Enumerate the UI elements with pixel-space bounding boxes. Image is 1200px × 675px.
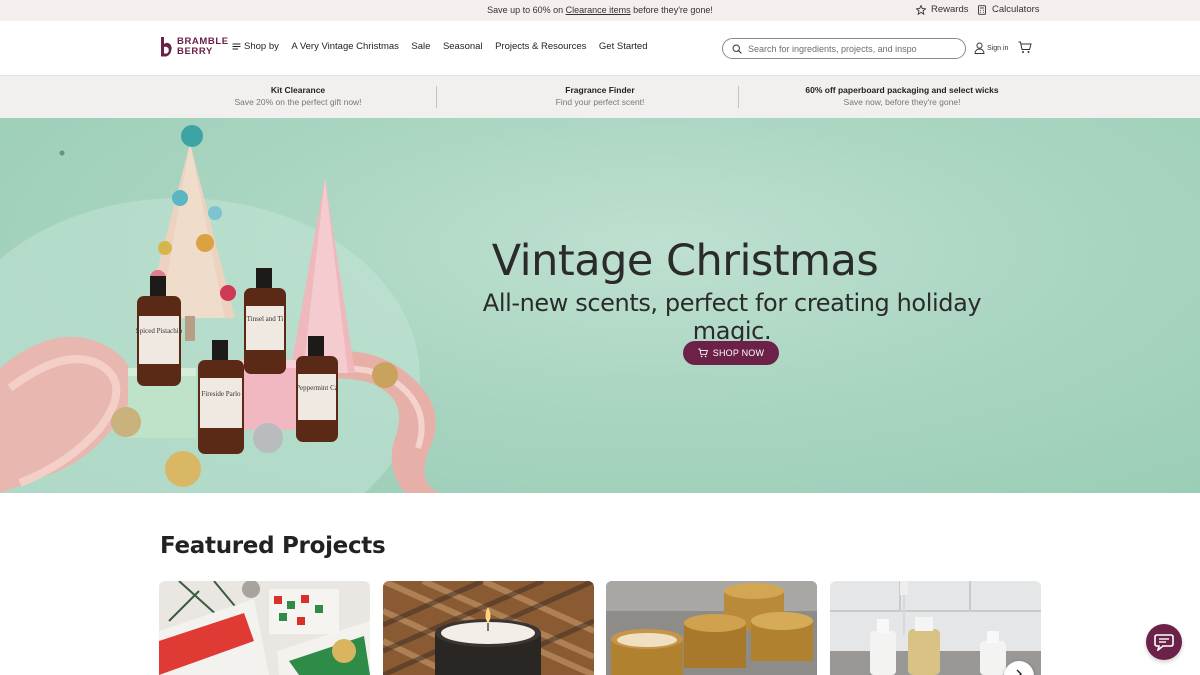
chat-icon (1154, 634, 1174, 651)
promo-subtitle: Save now, before they're gone! (843, 97, 961, 107)
bottle-label: Spiced Pistachio (136, 327, 183, 335)
logo-line-2: BERRY (177, 46, 213, 57)
cart-icon (698, 348, 708, 358)
bottle-label: Fireside Parlo (201, 390, 241, 398)
bottle-label: Tinsel and Ti (247, 315, 284, 323)
nav-vintage-christmas[interactable]: A Very Vintage Christmas (291, 41, 399, 52)
sign-in-link[interactable]: Sign in (974, 42, 1008, 54)
announcement-suffix: before they're gone! (630, 5, 713, 15)
calculator-icon (978, 4, 986, 15)
chevron-right-icon (1016, 669, 1022, 675)
project-card[interactable] (830, 581, 1041, 675)
promo-title: Kit Clearance (270, 85, 326, 95)
calculators-label: Calculators (992, 4, 1040, 15)
project-card[interactable] (159, 581, 370, 675)
calculators-link[interactable]: Calculators (977, 4, 1040, 15)
promo-divider (738, 86, 739, 108)
sign-in-label: Sign in (987, 44, 1009, 52)
promo-fragrance-finder[interactable]: Fragrance Finder Find your perfect scent… (500, 85, 700, 107)
project-image-serum (830, 581, 1041, 675)
nav-shop-by[interactable]: Shop by (232, 41, 279, 52)
announcement-prefix: Save up to 60% on (487, 5, 566, 15)
clearance-link[interactable]: Clearance items (566, 5, 631, 15)
hero-title: Vintage Christmas (491, 236, 879, 286)
shop-now-button[interactable]: SHOP NOW (683, 341, 779, 365)
nav-projects-resources[interactable]: Projects & Resources (495, 41, 586, 52)
search-bar[interactable] (722, 38, 966, 59)
hero-product-image: Spiced Pistachio Tinsel and Ti Fireside … (0, 125, 440, 493)
nav-get-started[interactable]: Get Started (599, 41, 648, 52)
project-card[interactable] (606, 581, 817, 675)
promo-subtitle: Save 20% on the perfect gift now! (234, 97, 362, 107)
chat-button[interactable] (1146, 624, 1182, 660)
project-image-candle (383, 581, 594, 675)
project-card[interactable] (383, 581, 594, 675)
bramble-logo-mark (161, 37, 172, 57)
search-input[interactable] (748, 43, 948, 54)
nav-seasonal[interactable]: Seasonal (443, 41, 483, 52)
featured-projects-heading: Featured Projects (160, 533, 386, 559)
promo-strip: Kit Clearance Save 20% on the perfect gi… (0, 75, 1200, 118)
hero-subtitle: All-new scents, perfect for creating hol… (482, 289, 982, 345)
bottle-label: Peppermint Ca (296, 384, 339, 392)
promo-packaging-sale[interactable]: 60% off paperboard packaging and select … (770, 85, 1034, 107)
search-icon (732, 43, 742, 54)
brand-logo[interactable]: BRAMBLE BERRY (159, 36, 229, 58)
nav-sale[interactable]: Sale (411, 41, 430, 52)
hero-banner[interactable]: Spiced Pistachio Tinsel and Ti Fireside … (0, 118, 1200, 493)
cart-icon[interactable] (1018, 41, 1032, 54)
main-nav: Shop by A Very Vintage Christmas Sale Se… (232, 41, 648, 52)
promo-kit-clearance[interactable]: Kit Clearance Save 20% on the perfect gi… (200, 85, 396, 107)
shop-now-label: SHOP NOW (712, 348, 765, 358)
star-icon (916, 4, 926, 15)
promo-subtitle: Find your perfect scent! (555, 97, 645, 107)
brand-wordmark: BRAMBLE BERRY (177, 37, 229, 57)
site-header: BRAMBLE BERRY Shop by A Very Vintage Chr… (0, 21, 1200, 75)
project-image-tins (606, 581, 817, 675)
promo-divider (436, 86, 437, 108)
nav-shop-by-label: Shop by (244, 41, 279, 52)
user-icon (974, 42, 985, 54)
promo-title: Fragrance Finder (565, 85, 635, 95)
menu-icon (232, 43, 241, 50)
project-image-soap (159, 581, 370, 675)
promo-title: 60% off paperboard packaging and select … (805, 85, 999, 95)
announcement-bar: Save up to 60% on Clearance items before… (0, 0, 1200, 21)
rewards-link[interactable]: Rewards (916, 4, 969, 15)
rewards-label: Rewards (931, 4, 969, 15)
